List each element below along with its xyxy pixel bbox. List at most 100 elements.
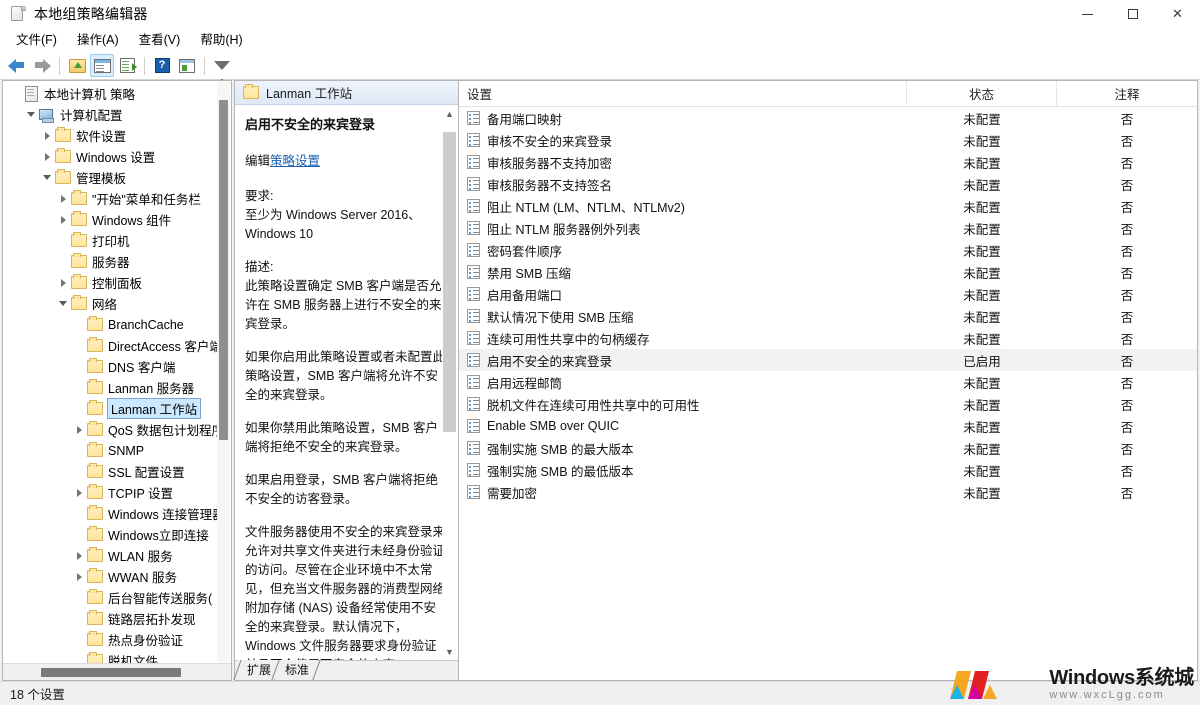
tree-item[interactable]: SNMP [3,440,231,461]
tree-item-label: Lanman 服务器 [108,382,195,396]
close-button[interactable]: ✕ [1155,0,1200,29]
chevron-right-icon[interactable] [71,545,87,566]
tab-standard[interactable]: 标准 [275,660,318,680]
scroll-down-icon[interactable]: ▼ [442,644,457,660]
chevron-right-icon[interactable] [39,146,55,167]
menu-view[interactable]: 查看(V) [129,31,191,50]
table-row[interactable]: 审核服务器不支持加密 未配置 否 [459,151,1197,173]
tree-item[interactable]: Windows 连接管理器 [3,503,231,524]
tree-item[interactable]: Lanman 工作站 [3,398,231,419]
table-row[interactable]: 阻止 NTLM (LM、NTLM、NTLMv2) 未配置 否 [459,195,1197,217]
chevron-right-icon[interactable] [71,482,87,503]
tree-item[interactable]: 后台智能传送服务( [3,587,231,608]
menu-action[interactable]: 操作(A) [67,31,129,50]
tree-item-label: Windows 组件 [92,214,172,228]
description-scroll-thumb[interactable] [443,132,456,432]
computer-icon [39,108,55,123]
tree-item[interactable]: BranchCache [3,314,231,335]
tree-item[interactable]: 计算机配置 [3,104,231,125]
tree-item[interactable]: WWAN 服务 [3,566,231,587]
table-row[interactable]: 启用远程邮筒 未配置 否 [459,371,1197,393]
chevron-right-icon[interactable] [71,566,87,587]
column-header-setting[interactable]: 设置 [459,80,907,107]
help-button[interactable]: ? [150,54,174,77]
cell-setting: 脱机文件在连续可用性共享中的可用性 [459,393,907,415]
table-row[interactable]: 脱机文件在连续可用性共享中的可用性 未配置 否 [459,393,1197,415]
chevron-down-icon[interactable] [55,293,71,314]
tree-item[interactable]: "开始"菜单和任务栏 [3,188,231,209]
tree-item[interactable]: Lanman 服务器 [3,377,231,398]
tree-horizontal-scroll-thumb[interactable] [41,668,181,677]
chevron-right-icon[interactable] [55,209,71,230]
tree-item[interactable]: 管理模板 [3,167,231,188]
table-row[interactable]: 强制实施 SMB 的最大版本 未配置 否 [459,437,1197,459]
up-one-level-button[interactable] [65,54,89,77]
table-row[interactable]: 强制实施 SMB 的最低版本 未配置 否 [459,459,1197,481]
tree-item[interactable]: 服务器 [3,251,231,272]
tree-item[interactable]: 软件设置 [3,125,231,146]
settings-list-body[interactable]: 备用端口映射 未配置否审核不安全的来宾登录 未配置否审核服务器不支持加密 未配置否审核… [459,107,1197,680]
table-row[interactable]: 密码套件顺序 未配置 否 [459,239,1197,261]
menu-file[interactable]: 文件(F) [6,31,67,50]
tree-item[interactable]: 控制面板 [3,272,231,293]
maximize-button[interactable] [1110,0,1155,29]
table-row[interactable]: Enable SMB over QUIC 未配置 否 [459,415,1197,437]
menu-help[interactable]: 帮助(H) [190,31,252,50]
tree-item[interactable]: Windows 设置 [3,146,231,167]
table-row[interactable]: 备用端口映射 未配置 否 [459,107,1197,129]
description-vertical-scrollbar[interactable]: ▲ ▼ [442,106,457,660]
show-hide-console-tree-button[interactable] [90,54,114,77]
tree-item[interactable]: 打印机 [3,230,231,251]
tree-vertical-scroll-thumb[interactable] [219,100,228,440]
tree-item-label: Lanman 工作站 [107,398,202,419]
table-row[interactable]: 默认情况下使用 SMB 压缩 未配置 否 [459,305,1197,327]
tree-item[interactable]: 网络 [3,293,231,314]
chevron-down-icon[interactable] [23,104,39,125]
table-row[interactable]: 禁用 SMB 压缩 未配置 否 [459,261,1197,283]
chevron-right-icon[interactable] [39,125,55,146]
table-row[interactable]: 连续可用性共享中的句柄缓存 未配置 否 [459,327,1197,349]
table-row[interactable]: 启用不安全的来宾登录 已启用 否 [459,349,1197,371]
minimize-button[interactable] [1065,0,1110,29]
table-row[interactable]: 需要加密 未配置 否 [459,481,1197,503]
chevron-right-icon[interactable] [71,419,87,440]
tree-vertical-scrollbar[interactable] [217,82,230,662]
cell-comment: 否 [1120,332,1134,347]
export-list-button[interactable] [115,54,139,77]
show-hide-action-pane-button[interactable] [175,54,199,77]
table-row[interactable]: 启用备用端口 未配置 否 [459,283,1197,305]
forward-button[interactable] [30,54,54,77]
column-header-state[interactable]: 状态 [907,80,1057,107]
setting-name: 启用远程邮筒 [487,376,563,391]
edit-policy-setting-link[interactable]: 策略设置 [270,154,320,168]
chevron-down-icon[interactable] [39,167,55,188]
policy-setting-icon [467,309,480,323]
tree-item[interactable]: Windows立即连接 [3,524,231,545]
tree-item-label: Windows立即连接 [108,529,209,543]
tree-item[interactable]: DirectAccess 客户端 [3,335,231,356]
tree-item[interactable]: 本地计算机 策略 [3,83,231,104]
chevron-right-icon[interactable] [55,272,71,293]
setting-name: 连续可用性共享中的句柄缓存 [487,332,650,347]
scroll-up-icon[interactable]: ▲ [442,106,457,122]
tree-item[interactable]: 链路层拓扑发现 [3,608,231,629]
table-row[interactable]: 审核不安全的来宾登录 未配置 否 [459,129,1197,151]
tree-item[interactable]: SSL 配置设置 [3,461,231,482]
table-row[interactable]: 审核服务器不支持签名 未配置 否 [459,173,1197,195]
chevron-right-icon[interactable] [55,188,71,209]
tree-item[interactable]: DNS 客户端 [3,356,231,377]
tree-horizontal-scrollbar[interactable] [3,663,231,680]
tree-item[interactable]: 热点身份验证 [3,629,231,650]
tree-item[interactable]: 脱机文件 [3,650,231,663]
description-scroll-track[interactable] [442,122,457,644]
cell-state: 未配置 [963,376,1001,391]
console-tree[interactable]: 本地计算机 策略 计算机配置 软件设置 Windows 设置 管理模板 "开始"菜单和任务… [3,81,231,663]
tree-item[interactable]: Windows 组件 [3,209,231,230]
table-row[interactable]: 阻止 NTLM 服务器例外列表 未配置 否 [459,217,1197,239]
tree-item[interactable]: QoS 数据包计划程序 [3,419,231,440]
back-button[interactable] [5,54,29,77]
tree-item[interactable]: WLAN 服务 [3,545,231,566]
tree-item[interactable]: TCPIP 设置 [3,482,231,503]
column-header-comment[interactable]: 注释 [1057,81,1197,107]
filter-button[interactable] [210,54,234,84]
